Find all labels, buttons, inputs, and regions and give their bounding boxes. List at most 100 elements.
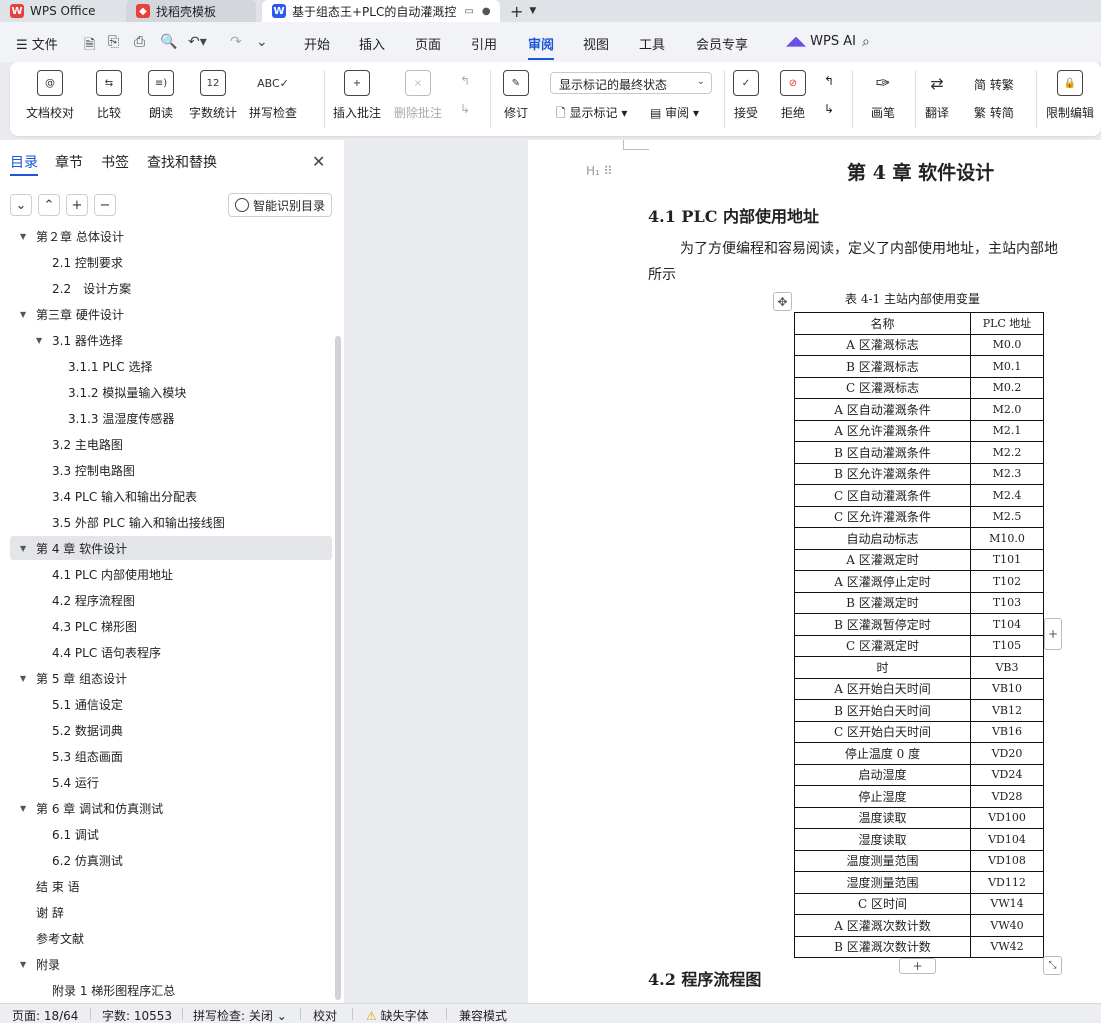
variable-name-cell[interactable]: B 区灌溉次数计数 bbox=[794, 935, 971, 958]
variable-name-cell[interactable]: A 区允许灌溉条件 bbox=[794, 419, 971, 442]
search-icon[interactable]: ⌕ bbox=[862, 34, 870, 50]
plc-address-cell[interactable]: M0.0 bbox=[970, 333, 1044, 356]
expand-arrow-icon[interactable]: ▼ bbox=[20, 232, 34, 241]
variable-name-cell[interactable]: A 区灌溉定时 bbox=[794, 548, 971, 571]
plc-address-cell[interactable]: T101 bbox=[970, 548, 1044, 571]
menu-item-page[interactable]: 页面 bbox=[415, 34, 441, 53]
toc-item[interactable]: 4.4 PLC 语句表程序 bbox=[0, 640, 330, 664]
accept-button[interactable]: ✓ 接受 bbox=[733, 70, 759, 121]
add-heading-button[interactable]: + bbox=[66, 194, 88, 216]
word-count-button[interactable]: 12 字数统计 bbox=[189, 70, 237, 121]
plc-address-cell[interactable]: M2.0 bbox=[970, 398, 1044, 421]
tab-wps-office[interactable]: W WPS Office bbox=[0, 0, 122, 22]
expand-down-button[interactable]: ⌄ bbox=[10, 194, 32, 216]
reject-button[interactable]: ⊘ 拒绝 bbox=[780, 70, 806, 121]
plc-address-cell[interactable]: VD104 bbox=[970, 828, 1044, 851]
markup-state-dropdown[interactable]: 显示标记的最终状态 ⌄ bbox=[550, 72, 712, 94]
review-pane-button[interactable]: ▤ 审阅 ▾ bbox=[650, 104, 699, 121]
add-column-button[interactable]: + bbox=[1044, 618, 1062, 650]
insert-comment-button[interactable]: + 插入批注 bbox=[333, 70, 381, 121]
toc-item[interactable]: 6.1 调试 bbox=[0, 822, 330, 846]
toc-item[interactable]: 谢 辞 bbox=[0, 900, 330, 924]
plc-address-cell[interactable]: T102 bbox=[970, 570, 1044, 593]
plc-address-cell[interactable]: VD20 bbox=[970, 742, 1044, 765]
expand-arrow-icon[interactable]: ▼ bbox=[20, 544, 34, 553]
toc-item[interactable]: 4.2 程序流程图 bbox=[0, 588, 330, 612]
next-change-icon[interactable]: ↳ bbox=[824, 102, 834, 116]
plc-address-cell[interactable]: M2.2 bbox=[970, 441, 1044, 464]
toc-item[interactable]: 5.4 运行 bbox=[0, 770, 330, 794]
variable-name-cell[interactable]: B 区灌溉定时 bbox=[794, 591, 971, 614]
variable-name-cell[interactable]: A 区灌溉次数计数 bbox=[794, 914, 971, 937]
plc-address-cell[interactable]: VB3 bbox=[970, 656, 1044, 679]
toc-item[interactable]: 3.4 PLC 输入和输出分配表 bbox=[0, 484, 330, 508]
variable-name-cell[interactable]: A 区灌溉停止定时 bbox=[794, 570, 971, 593]
plc-address-cell[interactable]: M2.3 bbox=[970, 462, 1044, 485]
variable-name-cell[interactable]: B 区灌溉标志 bbox=[794, 355, 971, 378]
toc-item[interactable]: 2.1 控制要求 bbox=[0, 250, 330, 274]
toc-item[interactable]: 3.1.2 模拟量输入模块 bbox=[0, 380, 330, 404]
unsaved-dot-icon[interactable]: ● bbox=[482, 6, 491, 17]
chevron-down-icon[interactable]: ▼ bbox=[529, 6, 536, 16]
drag-handle-icon[interactable]: ⠿ bbox=[604, 164, 613, 178]
variable-name-cell[interactable]: 时 bbox=[794, 656, 971, 679]
variable-name-cell[interactable]: 湿度读取 bbox=[794, 828, 971, 851]
to-simplified-button[interactable]: 繁 转简 bbox=[974, 104, 1014, 121]
read-aloud-button[interactable]: ≡) 朗读 bbox=[148, 70, 174, 121]
print-preview-icon[interactable]: 🔍 bbox=[160, 34, 177, 50]
toc-item[interactable]: 3.3 控制电路图 bbox=[0, 458, 330, 482]
toc-item[interactable]: ▼ 第 5 章 组态设计 bbox=[0, 666, 330, 690]
toc-item[interactable]: 3.1.1 PLC 选择 bbox=[0, 354, 330, 378]
export-icon[interactable]: ⎘ bbox=[108, 34, 119, 50]
new-tab-button[interactable]: + ▼ bbox=[510, 0, 536, 22]
word-count-status[interactable]: 字数: 10553 bbox=[102, 1007, 172, 1023]
show-markup-button[interactable]: 🗋 显示标记 ▾ bbox=[556, 104, 627, 125]
variable-name-cell[interactable]: C 区允许灌溉条件 bbox=[794, 505, 971, 528]
delete-comment-button[interactable]: × 删除批注 bbox=[394, 70, 442, 121]
print-icon[interactable]: ⎙ bbox=[134, 34, 145, 50]
spell-check-button[interactable]: ABC✓ 拼写检查 bbox=[249, 70, 297, 121]
undo-icon[interactable]: ↶▾ bbox=[188, 34, 207, 50]
plc-address-cell[interactable]: VW40 bbox=[970, 914, 1044, 937]
file-menu[interactable]: ☰ 文件 bbox=[16, 34, 58, 53]
expand-arrow-icon[interactable]: ▼ bbox=[36, 336, 50, 345]
plc-address-cell[interactable]: M0.2 bbox=[970, 376, 1044, 399]
plc-address-cell[interactable]: VW42 bbox=[970, 935, 1044, 958]
nav-tab-chapters[interactable]: 章节 bbox=[55, 152, 83, 172]
pen-button[interactable]: ✑ 画笔 bbox=[870, 70, 896, 121]
variable-name-cell[interactable]: C 区时间 bbox=[794, 892, 971, 915]
revise-button[interactable]: ✎ 修订 bbox=[503, 70, 529, 121]
toc-item[interactable]: 4.1 PLC 内部使用地址 bbox=[0, 562, 330, 586]
smart-toc-button[interactable]: 智能识别目录 bbox=[228, 193, 332, 217]
save-icon[interactable]: 🗎 bbox=[84, 34, 95, 58]
plc-address-cell[interactable]: M2.1 bbox=[970, 419, 1044, 442]
table-resize-icon[interactable]: ⤡ bbox=[1043, 956, 1062, 975]
missing-font-status[interactable]: ⚠ 缺失字体 bbox=[366, 1007, 429, 1023]
toc-item[interactable]: ▼ 附录 bbox=[0, 952, 330, 976]
menu-item-tools[interactable]: 工具 bbox=[639, 34, 665, 53]
nav-scrollbar[interactable] bbox=[335, 336, 341, 1000]
toc-item[interactable]: 3.1.3 温湿度传感器 bbox=[0, 406, 330, 430]
page-indicator[interactable]: 页面: 18/64 bbox=[12, 1007, 78, 1023]
doc-check-button[interactable]: @ 文档校对 bbox=[26, 70, 74, 121]
menu-item-insert[interactable]: 插入 bbox=[359, 34, 385, 53]
variable-name-cell[interactable]: 自动启动标志 bbox=[794, 527, 971, 550]
variable-name-cell[interactable]: 启动湿度 bbox=[794, 763, 971, 786]
plc-address-cell[interactable]: VB16 bbox=[970, 720, 1044, 743]
heading-level-marker[interactable]: H₁ ⠿ bbox=[586, 164, 612, 178]
tab-document[interactable]: W 基于组态王+PLC的自动灌溉控 ▭ ● bbox=[262, 0, 500, 22]
plc-address-cell[interactable]: VD24 bbox=[970, 763, 1044, 786]
plc-address-cell[interactable]: T105 bbox=[970, 634, 1044, 657]
plc-address-cell[interactable]: T103 bbox=[970, 591, 1044, 614]
variable-name-cell[interactable]: A 区灌溉标志 bbox=[794, 333, 971, 356]
plc-address-cell[interactable]: T104 bbox=[970, 613, 1044, 636]
variable-name-cell[interactable]: A 区自动灌溉条件 bbox=[794, 398, 971, 421]
variable-name-cell[interactable]: 停止温度 0 度 bbox=[794, 742, 971, 765]
monitor-icon[interactable]: ▭ bbox=[464, 6, 473, 17]
variable-name-cell[interactable]: 湿度测量范围 bbox=[794, 871, 971, 894]
variable-name-cell[interactable]: A 区开始白天时间 bbox=[794, 677, 971, 700]
toc-item[interactable]: 结 束 语 bbox=[0, 874, 330, 898]
variable-name-cell[interactable]: B 区开始白天时间 bbox=[794, 699, 971, 722]
plc-address-cell[interactable]: VW14 bbox=[970, 892, 1044, 915]
restrict-edit-button[interactable]: 🔒 限制编辑 bbox=[1046, 70, 1094, 121]
